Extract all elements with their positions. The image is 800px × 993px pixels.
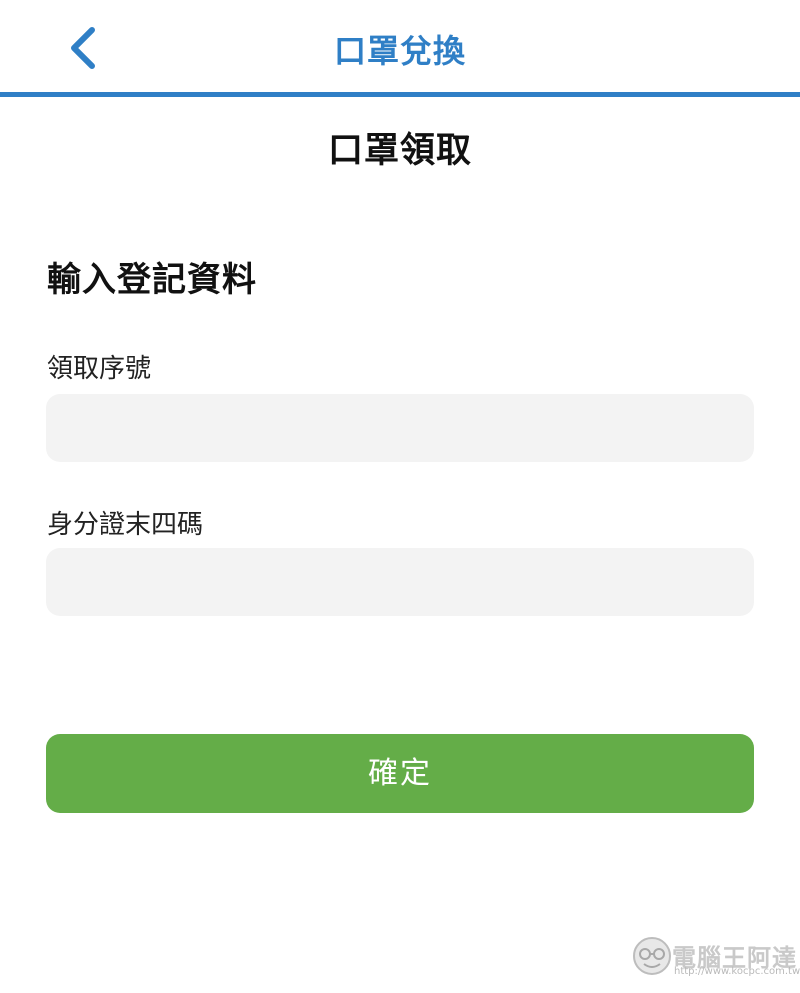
section-title: 輸入登記資料 (47, 260, 257, 300)
watermark: 電腦王阿達 http://www.kocpc.com.tw (630, 934, 800, 982)
page: 口罩兌換 口罩領取 輸入登記資料 領取序號 身分證末四碼 確定 電腦王阿達 ht… (0, 0, 800, 993)
serial-number-label: 領取序號 (47, 354, 152, 384)
id-last-four-label: 身分證末四碼 (47, 510, 204, 540)
nav-title: 口罩兌換 (333, 32, 466, 70)
navigation-bar: 口罩兌換 (0, 0, 800, 92)
mascot-logo-icon (633, 937, 671, 975)
id-last-four-input[interactable] (46, 548, 754, 616)
serial-number-input[interactable] (46, 394, 754, 462)
watermark-url: http://www.kocpc.com.tw (674, 966, 800, 977)
confirm-button[interactable]: 確定 (46, 734, 754, 813)
nav-divider (0, 92, 800, 97)
page-title: 口罩領取 (327, 131, 472, 171)
